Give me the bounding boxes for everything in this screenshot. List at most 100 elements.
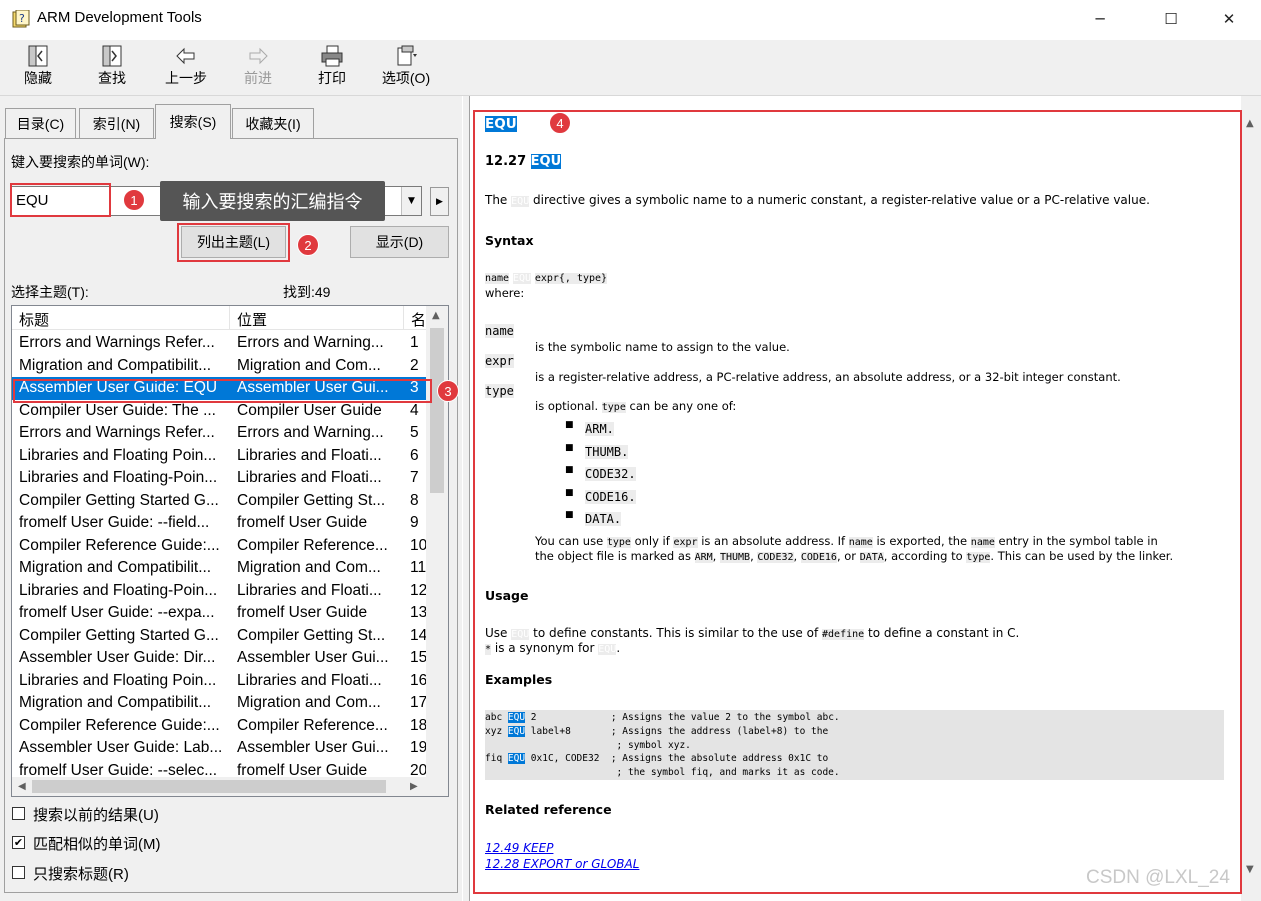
- list-item[interactable]: Compiler Reference Guide:... Compiler Ref…: [12, 535, 427, 558]
- list-item-location: fromelf User Guide: [237, 604, 368, 621]
- minimize-button[interactable]: ─: [1077, 0, 1123, 38]
- pane-splitter[interactable]: [462, 96, 470, 901]
- column-header-location[interactable]: 位置: [230, 306, 404, 330]
- list-item-location: Errors and Warning...: [237, 424, 384, 441]
- list-item-title: Assembler User Guide: Lab...: [19, 739, 223, 756]
- list-scroll-thumb[interactable]: [430, 328, 444, 493]
- list-item-location: Assembler User Gui...: [237, 649, 389, 666]
- annotation-tooltip: 输入要搜索的汇编指令: [160, 181, 385, 221]
- list-item[interactable]: Errors and Warnings Refer... Errors and W…: [12, 422, 426, 445]
- tab-favorites[interactable]: 收藏夹(I): [232, 108, 314, 138]
- back-arrow-icon: [176, 47, 195, 65]
- tab-search[interactable]: 搜索(S): [155, 104, 231, 139]
- list-item-title: fromelf User Guide: --expa...: [19, 604, 215, 621]
- list-item-title: Libraries and Floating Poin...: [19, 671, 217, 689]
- list-item[interactable]: Assembler User Guide: Dir... Assembler Us…: [12, 647, 427, 670]
- annotation-badge-4: 4: [549, 112, 571, 134]
- list-hscroll-thumb[interactable]: [32, 780, 386, 793]
- svg-text:?: ?: [19, 12, 25, 25]
- forward-button[interactable]: 前进: [226, 43, 290, 93]
- list-horizontal-scrollbar[interactable]: ◀ ▶: [12, 777, 448, 796]
- close-button[interactable]: ✕: [1206, 0, 1252, 38]
- toolbar: 隐藏 查找 上一步 前进 打印 选项(O): [0, 40, 1261, 96]
- find-button[interactable]: 查找: [80, 43, 144, 93]
- list-item-title: Libraries and Floating-Poin...: [19, 469, 218, 486]
- print-label: 打印: [318, 70, 346, 86]
- list-item-location: Migration and Com...: [237, 356, 381, 374]
- match-similar-label: 匹配相似的单词(M): [33, 836, 161, 853]
- print-button[interactable]: 打印: [300, 43, 364, 93]
- display-button[interactable]: 显示(D): [350, 226, 449, 258]
- annotation-badge-3: 3: [437, 380, 459, 402]
- annotation-box-selected-row: [13, 379, 432, 403]
- column-header-rank[interactable]: 名: [404, 306, 426, 330]
- window-title: ARM Development Tools: [37, 9, 202, 26]
- list-item[interactable]: Migration and Compatibilit... Migration a…: [12, 355, 426, 378]
- search-previous-checkbox[interactable]: [12, 807, 25, 820]
- scroll-left-icon[interactable]: ◀: [18, 781, 26, 792]
- list-item-title: Compiler Reference Guide:...: [19, 716, 220, 734]
- list-item[interactable]: Migration and Compatibilit... Migration a…: [12, 692, 427, 715]
- content-scroll-up-icon[interactable]: ▲: [1246, 118, 1254, 129]
- list-item-location: Compiler Getting St...: [237, 626, 386, 644]
- list-header: 标题 位置 名: [12, 306, 426, 330]
- select-topic-label: 选择主题(T):: [11, 284, 89, 300]
- find-icon: [102, 45, 122, 67]
- annotation-box-list-topics: [177, 223, 290, 262]
- watermark: CSDN @LXL_24: [1086, 867, 1230, 888]
- chevron-down-icon[interactable]: ▼: [401, 187, 421, 215]
- tab-index[interactable]: 索引(N): [79, 108, 154, 138]
- list-item-location: Migration and Com...: [237, 559, 381, 576]
- list-item-location: Libraries and Floati...: [237, 581, 382, 599]
- list-item-title: Compiler Getting Started G...: [19, 626, 219, 644]
- list-item[interactable]: Libraries and Floating-Poin... Libraries …: [12, 467, 426, 490]
- tab-contents[interactable]: 目录(C): [5, 108, 76, 138]
- content-vertical-scrollbar[interactable]: ▲ ▼: [1241, 96, 1261, 901]
- hide-pane-icon: [28, 45, 48, 67]
- back-button[interactable]: 上一步: [154, 43, 218, 93]
- maximize-button[interactable]: ☐: [1148, 0, 1194, 38]
- find-label: 查找: [98, 70, 126, 86]
- title-bar: ? ARM Development Tools ─ ☐ ✕: [0, 0, 1261, 40]
- list-item-location: Compiler Reference...: [237, 536, 388, 554]
- forward-arrow-icon: [249, 47, 268, 65]
- search-prompt-label: 键入要搜索的单词(W):: [11, 154, 150, 170]
- column-header-title[interactable]: 标题: [12, 306, 230, 330]
- scroll-up-icon[interactable]: ▲: [432, 310, 440, 321]
- match-similar-checkbox[interactable]: ✔: [12, 836, 25, 849]
- list-vertical-scrollbar[interactable]: ▲: [426, 306, 448, 778]
- help-app-icon: ?: [12, 10, 30, 28]
- options-button[interactable]: 选项(O): [374, 43, 438, 93]
- list-item-title: Migration and Compatibilit...: [19, 356, 212, 374]
- list-item[interactable]: Compiler Reference Guide:... Compiler Ref…: [12, 715, 427, 738]
- list-item[interactable]: Compiler Getting Started G... Compiler Ge…: [12, 625, 427, 648]
- titles-only-checkbox[interactable]: [12, 866, 25, 879]
- list-item-title: Migration and Compatibilit...: [19, 694, 212, 711]
- list-item[interactable]: fromelf User Guide: --field... fromelf Us…: [12, 512, 426, 535]
- list-item[interactable]: Migration and Compatibilit... Migration a…: [12, 557, 426, 580]
- found-count: 找到:49: [283, 284, 331, 300]
- scroll-right-icon[interactable]: ▶: [410, 781, 418, 792]
- list-item[interactable]: fromelf User Guide: --expa... fromelf Use…: [12, 602, 427, 625]
- list-item-title: fromelf User Guide: --field...: [19, 514, 210, 531]
- list-item-title: Compiler User Guide: The ...: [19, 401, 216, 419]
- list-item[interactable]: Compiler Getting Started G... Compiler Ge…: [12, 490, 426, 513]
- list-item[interactable]: Errors and Warnings Refer... Errors and W…: [12, 332, 426, 355]
- keyword-menu-button[interactable]: ▶: [430, 187, 449, 216]
- list-item[interactable]: Assembler User Guide: Lab... Assembler Us…: [12, 737, 427, 760]
- list-item[interactable]: Libraries and Floating Poin... Libraries …: [12, 670, 427, 693]
- list-item[interactable]: Libraries and Floating-Poin... Libraries …: [12, 580, 427, 603]
- list-item-title: Assembler User Guide: Dir...: [19, 649, 216, 666]
- hide-label: 隐藏: [24, 70, 52, 86]
- hide-button[interactable]: 隐藏: [6, 43, 70, 93]
- list-item-title: Libraries and Floating Poin...: [19, 446, 217, 464]
- list-item-title: Migration and Compatibilit...: [19, 559, 212, 576]
- options-icon: [397, 45, 417, 66]
- list-item[interactable]: Libraries and Floating Poin... Libraries …: [12, 445, 426, 468]
- annotation-box-content: [473, 110, 1242, 894]
- list-item-location: Compiler Reference...: [237, 716, 388, 734]
- content-scroll-down-icon[interactable]: ▼: [1246, 864, 1254, 875]
- back-label: 上一步: [165, 70, 207, 86]
- list-item-title: Errors and Warnings Refer...: [19, 334, 215, 351]
- titles-only-label: 只搜索标题(R): [33, 866, 129, 883]
